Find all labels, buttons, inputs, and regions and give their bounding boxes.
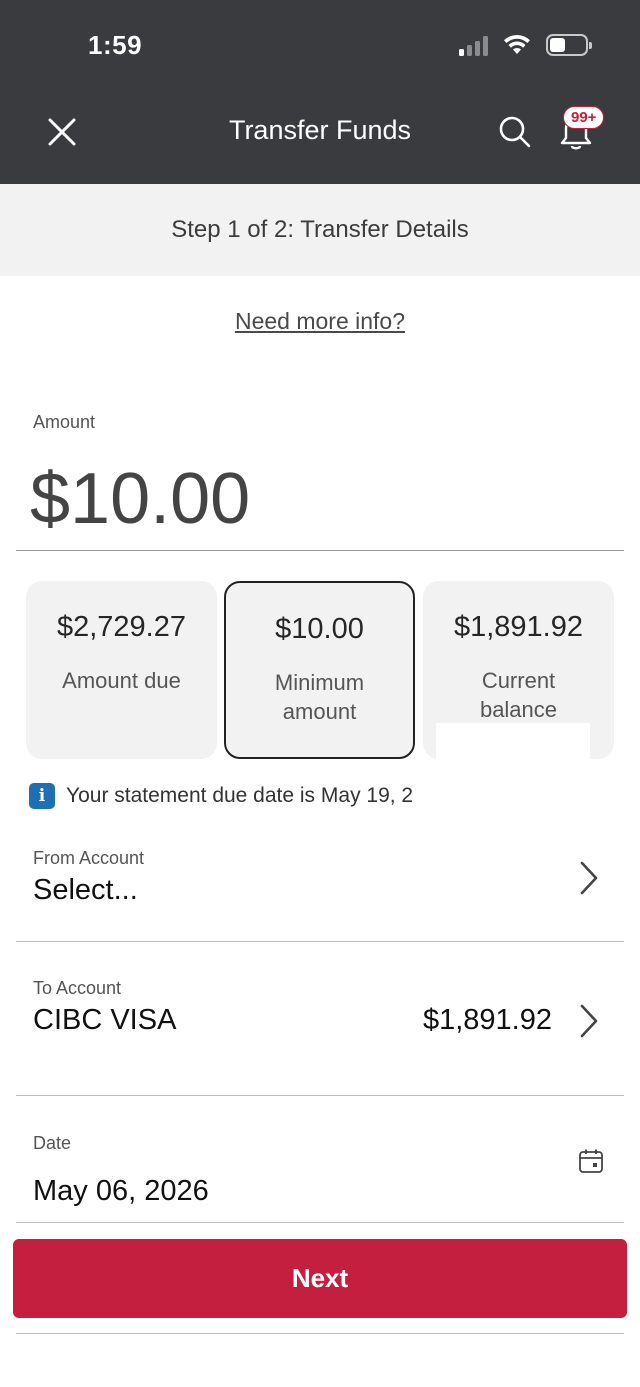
divider bbox=[16, 1095, 624, 1096]
amount-input[interactable]: $10.00 bbox=[30, 458, 250, 540]
date-value[interactable]: May 06, 2026 bbox=[33, 1175, 209, 1208]
notification-badge: 99+ bbox=[563, 106, 605, 129]
status-icons bbox=[459, 34, 592, 56]
step-indicator: Step 1 of 2: Transfer Details bbox=[0, 184, 640, 276]
minimum-amount-option[interactable]: $10.00 Minimum amount bbox=[224, 581, 415, 759]
need-more-info-link[interactable]: Need more info? bbox=[0, 308, 640, 335]
from-account-value[interactable]: Select... bbox=[33, 874, 138, 907]
chevron-right-icon[interactable] bbox=[578, 860, 600, 896]
search-icon[interactable] bbox=[496, 113, 534, 151]
wifi-icon bbox=[504, 34, 530, 54]
chevron-right-icon[interactable] bbox=[578, 1003, 600, 1039]
divider bbox=[16, 1222, 624, 1223]
due-note-text: Your statement due date is May 19, 2 bbox=[66, 784, 414, 807]
bottom-divider bbox=[16, 1333, 624, 1334]
from-account-label: From Account bbox=[33, 848, 145, 868]
to-account-label: To Account bbox=[33, 978, 122, 998]
option-value: $10.00 bbox=[275, 613, 364, 645]
date-label: Date bbox=[33, 1133, 72, 1153]
app-header: 1:59 Transfer Funds 99+ bbox=[0, 0, 640, 184]
info-icon: i bbox=[29, 783, 55, 809]
page-title: Transfer Funds bbox=[228, 115, 412, 145]
option-value: $1,891.92 bbox=[453, 611, 583, 643]
calendar-icon[interactable] bbox=[578, 1148, 604, 1174]
battery-icon bbox=[546, 34, 592, 56]
amount-options: $2,729.27 Amount due $10.00 Minimum amou… bbox=[26, 581, 640, 761]
divider bbox=[16, 941, 624, 942]
option-label: Current balance bbox=[479, 668, 558, 722]
to-account-value[interactable]: CIBC VISA bbox=[33, 1004, 176, 1037]
option-value: $2,729.27 bbox=[56, 611, 186, 643]
amount-due-option[interactable]: $2,729.27 Amount due bbox=[26, 581, 217, 759]
next-button[interactable]: Next bbox=[13, 1239, 627, 1318]
amount-label: Amount bbox=[33, 412, 96, 432]
option-label: Amount due bbox=[62, 668, 181, 693]
status-time: 1:59 bbox=[88, 30, 143, 60]
chip-overlay bbox=[436, 723, 590, 761]
to-account-balance: $1,891.92 bbox=[422, 1004, 552, 1036]
statement-due-note: i Your statement due date is May 19, 2 bbox=[29, 782, 439, 810]
amount-underline bbox=[16, 550, 624, 551]
cellular-signal-icon bbox=[459, 34, 488, 56]
option-label: Minimum amount bbox=[274, 670, 365, 724]
